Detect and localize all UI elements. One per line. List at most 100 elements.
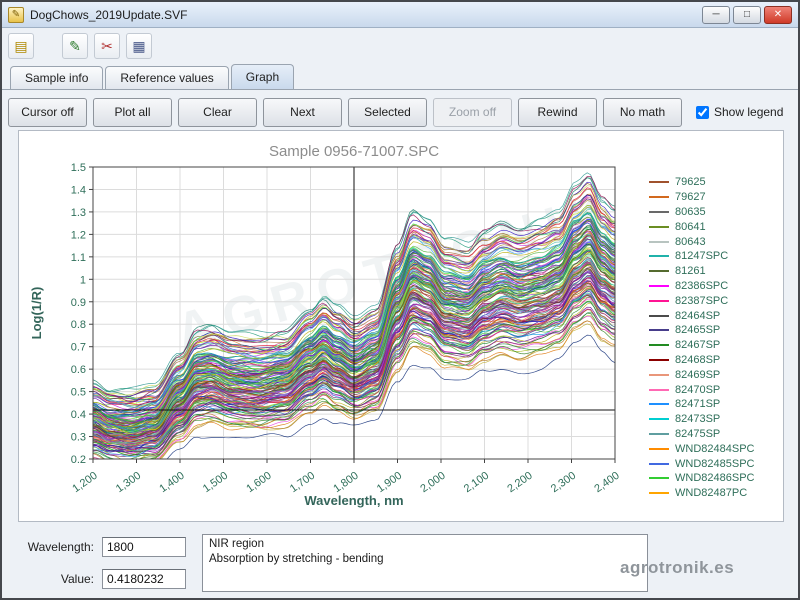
cut-values-icon[interactable]: ✂ — [94, 33, 120, 59]
legend-label: 79625 — [675, 176, 706, 188]
tab-strip: Sample info Reference values Graph — [2, 63, 798, 90]
legend-line-swatch — [649, 389, 669, 391]
svg-text:1,600: 1,600 — [244, 470, 273, 496]
legend-item: 82465SP — [649, 323, 781, 338]
edit-values-icon[interactable]: ✎ — [62, 33, 88, 59]
legend-label: 82469SP — [675, 369, 720, 381]
app-icon: ✎ — [8, 7, 24, 23]
svg-text:1.2: 1.2 — [71, 229, 86, 241]
svg-text:2,100: 2,100 — [462, 470, 491, 496]
legend-line-swatch — [649, 181, 669, 183]
chart-legend: 796257962780635806418064381247SPC8126182… — [649, 175, 781, 501]
no-math-button[interactable]: No math — [603, 98, 682, 127]
svg-text:0.8: 0.8 — [71, 319, 86, 331]
svg-text:0.4: 0.4 — [71, 409, 86, 421]
region-info-line1: NIR region — [209, 537, 641, 552]
toolbar: ▤ ✎ ✂ ▦ — [2, 29, 798, 63]
app-window: ✎ DogChows_2019Update.SVF ─ □ ✕ ▤ ✎ ✂ ▦ … — [0, 0, 800, 600]
legend-item: 82473SP — [649, 412, 781, 427]
legend-line-swatch — [649, 433, 669, 435]
wavelength-label: Wavelength: — [16, 540, 94, 554]
legend-label: 81247SPC — [675, 250, 728, 262]
next-button[interactable]: Next — [263, 98, 342, 127]
tab-label: Graph — [246, 70, 279, 84]
chart-panel: AGROTRONIK Sample 0956-71007.SPC 0.20.30… — [18, 130, 784, 522]
svg-text:1,400: 1,400 — [157, 470, 186, 496]
titlebar: ✎ DogChows_2019Update.SVF ─ □ ✕ — [2, 2, 798, 28]
legend-label: 82468SP — [675, 354, 720, 366]
legend-label: WND82487PC — [675, 487, 747, 499]
tab-graph[interactable]: Graph — [231, 64, 294, 89]
legend-label: 82467SP — [675, 339, 720, 351]
legend-line-swatch — [649, 211, 669, 213]
minimize-button[interactable]: ─ — [702, 6, 730, 24]
legend-line-swatch — [649, 255, 669, 257]
region-info-line2: Absorption by stretching - bending — [209, 552, 641, 567]
save-sample-icon[interactable]: ▤ — [8, 33, 34, 59]
svg-text:2,400: 2,400 — [592, 470, 621, 496]
svg-text:Log(1/R): Log(1/R) — [29, 287, 44, 340]
zoom-off-button: Zoom off — [433, 98, 512, 127]
legend-line-swatch — [649, 285, 669, 287]
svg-text:0.3: 0.3 — [71, 432, 86, 444]
legend-item: WND82485SPC — [649, 456, 781, 471]
legend-item: WND82487PC — [649, 486, 781, 501]
legend-item: 82386SPC — [649, 279, 781, 294]
legend-label: WND82485SPC — [675, 458, 754, 470]
clear-button[interactable]: Clear — [178, 98, 257, 127]
plot-all-button[interactable]: Plot all — [93, 98, 172, 127]
value-input[interactable] — [102, 569, 186, 589]
legend-line-swatch — [649, 418, 669, 420]
svg-text:1,500: 1,500 — [201, 470, 230, 496]
svg-text:Wavelength, nm: Wavelength, nm — [304, 493, 403, 508]
legend-label: 82386SPC — [675, 280, 728, 292]
legend-line-swatch — [649, 270, 669, 272]
legend-label: 82387SPC — [675, 295, 728, 307]
show-legend-toggle[interactable]: Show legend — [696, 105, 783, 119]
legend-line-swatch — [649, 448, 669, 450]
legend-label: 82465SP — [675, 324, 720, 336]
tab-label: Reference values — [120, 71, 213, 85]
legend-item: 82470SP — [649, 382, 781, 397]
legend-line-swatch — [649, 196, 669, 198]
svg-text:1,700: 1,700 — [288, 470, 317, 496]
svg-text:0.2: 0.2 — [71, 454, 86, 466]
cursor-off-button[interactable]: Cursor off — [8, 98, 87, 127]
legend-label: 82473SP — [675, 413, 720, 425]
legend-item: 81247SPC — [649, 249, 781, 264]
legend-label: 82470SP — [675, 384, 720, 396]
region-info-box[interactable]: NIR region Absorption by stretching - be… — [202, 534, 648, 592]
legend-item: 82387SPC — [649, 293, 781, 308]
tab-sample-info[interactable]: Sample info — [10, 66, 103, 89]
legend-item: 82464SP — [649, 308, 781, 323]
show-legend-checkbox[interactable] — [696, 106, 709, 119]
tab-reference-values[interactable]: Reference values — [105, 66, 228, 89]
legend-line-swatch — [649, 344, 669, 346]
legend-item: 80643 — [649, 234, 781, 249]
legend-item: 82467SP — [649, 338, 781, 353]
svg-text:1,300: 1,300 — [114, 470, 143, 496]
svg-text:2,000: 2,000 — [418, 470, 447, 496]
svg-text:1.5: 1.5 — [71, 162, 86, 174]
tab-label: Sample info — [25, 71, 88, 85]
legend-line-swatch — [649, 226, 669, 228]
close-button[interactable]: ✕ — [764, 6, 792, 24]
legend-label: 82464SP — [675, 310, 720, 322]
show-legend-label: Show legend — [714, 105, 783, 119]
legend-item: 80641 — [649, 219, 781, 234]
svg-text:1,200: 1,200 — [70, 470, 99, 496]
wavelength-input[interactable] — [102, 537, 186, 557]
table-icon[interactable]: ▦ — [126, 33, 152, 59]
svg-text:1: 1 — [80, 274, 86, 286]
legend-label: WND82486SPC — [675, 472, 754, 484]
legend-line-swatch — [649, 359, 669, 361]
legend-item: 80635 — [649, 205, 781, 220]
rewind-button[interactable]: Rewind — [518, 98, 597, 127]
legend-line-swatch — [649, 374, 669, 376]
legend-line-swatch — [649, 403, 669, 405]
legend-label: 80641 — [675, 221, 706, 233]
maximize-button[interactable]: □ — [733, 6, 761, 24]
svg-text:1,800: 1,800 — [331, 470, 360, 496]
selected-button[interactable]: Selected — [348, 98, 427, 127]
window-title: DogChows_2019Update.SVF — [30, 8, 187, 22]
